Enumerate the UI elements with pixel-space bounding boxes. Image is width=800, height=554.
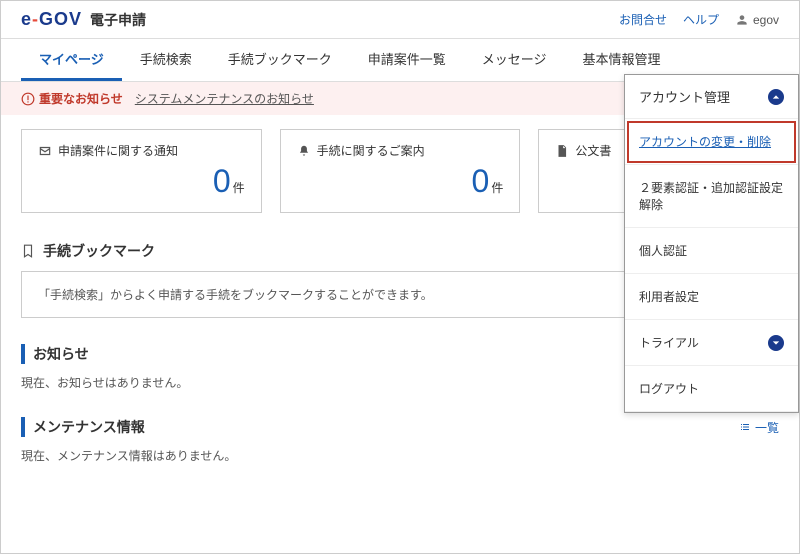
card-unit: 件 <box>491 181 503 195</box>
card-procedure-guide[interactable]: 手続に関するご案内 0件 <box>280 129 521 213</box>
dropdown-item-user-settings[interactable]: 利用者設定 <box>625 274 798 320</box>
dropdown-item-logout[interactable]: ログアウト <box>625 366 798 412</box>
news-title: お知らせ <box>33 344 89 364</box>
logo-gov: GOV <box>39 9 82 29</box>
header: e-GOV 電子申請 お問合せ ヘルプ egov <box>1 1 799 39</box>
dropdown-item-trial[interactable]: トライアル <box>625 320 798 366</box>
logo-e: e <box>21 9 32 29</box>
logo: e-GOV 電子申請 <box>21 9 146 30</box>
card-title: 公文書 <box>575 142 611 159</box>
header-right: お問合せ ヘルプ egov <box>619 11 779 28</box>
list-icon <box>739 421 751 433</box>
nav-search[interactable]: 手続検索 <box>122 39 210 81</box>
bookmark-icon <box>21 244 35 258</box>
dropdown-item-account-edit[interactable]: アカウントの変更・削除 <box>625 119 798 165</box>
username: egov <box>753 13 779 27</box>
dropdown-item-2fa[interactable]: ２要素認証・追加認証設定解除 <box>625 165 798 228</box>
account-dropdown: アカウント管理 アカウントの変更・削除 ２要素認証・追加認証設定解除 個人認証 … <box>624 74 799 413</box>
nav-mypage[interactable]: マイページ <box>21 39 122 81</box>
nav-cases[interactable]: 申請案件一覧 <box>350 39 464 81</box>
dropdown-item-personal-auth[interactable]: 個人認証 <box>625 228 798 274</box>
bookmark-title: 手続ブックマーク <box>43 241 155 261</box>
chevron-up-icon <box>768 89 784 105</box>
document-icon <box>555 144 569 158</box>
warning-icon: 重要なお知らせ <box>21 90 123 107</box>
maintenance-section: メンテナンス情報 一覧 現在、メンテナンス情報はありません。 <box>21 417 779 464</box>
bell-icon <box>297 144 311 158</box>
maintenance-list-link[interactable]: 一覧 <box>739 419 779 436</box>
user-info[interactable]: egov <box>735 13 779 27</box>
card-title: 手続に関するご案内 <box>317 142 425 159</box>
dropdown-title: アカウント管理 <box>639 87 730 106</box>
card-application-notice[interactable]: 申請案件に関する通知 0件 <box>21 129 262 213</box>
card-title: 申請案件に関する通知 <box>58 142 178 159</box>
maintenance-title: メンテナンス情報 <box>33 417 145 437</box>
card-count: 0 <box>472 163 490 199</box>
mail-icon <box>38 144 52 158</box>
notice-link[interactable]: システムメンテナンスのお知らせ <box>135 90 314 107</box>
nav-bookmark[interactable]: 手続ブックマーク <box>210 39 350 81</box>
contact-link[interactable]: お問合せ <box>619 11 667 28</box>
logo-dash: - <box>32 9 39 29</box>
chevron-down-icon <box>768 335 784 351</box>
logo-subtitle: 電子申請 <box>90 10 146 30</box>
user-icon <box>735 13 749 27</box>
dropdown-head[interactable]: アカウント管理 <box>625 75 798 119</box>
card-unit: 件 <box>233 181 245 195</box>
card-count: 0 <box>213 163 231 199</box>
nav-messages[interactable]: メッセージ <box>464 39 565 81</box>
maintenance-empty: 現在、メンテナンス情報はありません。 <box>21 447 779 464</box>
nav: マイページ 手続検索 手続ブックマーク 申請案件一覧 メッセージ 基本情報管理 … <box>1 39 799 82</box>
notice-label: 重要なお知らせ <box>39 90 123 107</box>
help-link[interactable]: ヘルプ <box>683 11 719 28</box>
